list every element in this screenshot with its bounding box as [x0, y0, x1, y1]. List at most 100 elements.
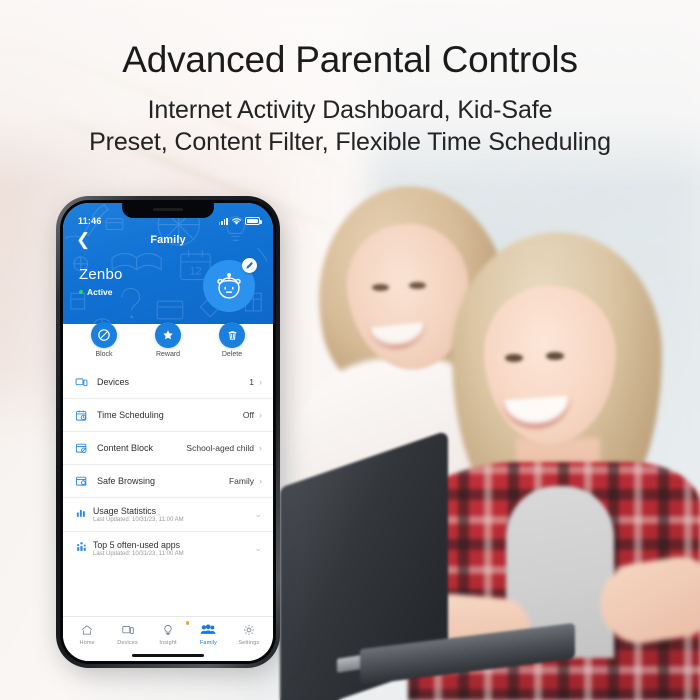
- profile-status: Active: [79, 287, 123, 297]
- promo-headline-block: Advanced Parental Controls Internet Acti…: [0, 38, 700, 158]
- status-bar-time: 11:46: [78, 216, 102, 226]
- trash-icon: [228, 330, 236, 340]
- child-avatar-icon: [217, 273, 241, 299]
- navbar-title: Family: [150, 233, 186, 246]
- home-icon: [67, 622, 107, 638]
- mother-hair: [305, 175, 521, 412]
- profile-block: Zenbo Active: [63, 250, 273, 318]
- block-action[interactable]: Block: [81, 322, 127, 358]
- quick-actions: Block Reward Delete: [63, 322, 273, 369]
- tab-family-label: Family: [199, 640, 217, 646]
- tab-home-label: Home: [79, 640, 95, 646]
- girl-eye-right: [546, 352, 564, 360]
- background-table: [250, 520, 700, 700]
- tab-devices-label: Devices: [117, 640, 138, 646]
- stat-row-usage-statistics[interactable]: Usage Statistics Last Updated: 10/31/23,…: [63, 497, 273, 531]
- app-ranking-icon: [75, 540, 88, 558]
- devices-icon: [107, 622, 147, 638]
- status-bar-icons: [218, 217, 262, 226]
- battery-icon: [245, 217, 262, 225]
- devices-icon: [75, 376, 92, 389]
- girl-plaid-shirt: [408, 462, 700, 700]
- home-indicator[interactable]: [63, 649, 273, 661]
- calendar-clock-icon: [75, 409, 92, 422]
- settings-row-safe-browsing-label: Safe Browsing: [97, 476, 156, 486]
- bulb-icon: [148, 621, 190, 638]
- bottom-tab-bar: Home Devices Insight Family Settings: [63, 616, 273, 649]
- settings-row-time-scheduling-value: Off: [242, 410, 254, 420]
- chevron-down-icon[interactable]: ⌄: [254, 543, 262, 554]
- reward-action[interactable]: Reward: [145, 322, 191, 358]
- stat-row-top-apps-text: Top 5 often-used apps Last Updated: 10/3…: [93, 540, 184, 558]
- chevron-right-icon: ›: [259, 376, 262, 387]
- girl-teeth: [505, 395, 569, 427]
- family-icon: [188, 622, 228, 638]
- app-navbar: ❮ Family: [63, 227, 273, 250]
- mother-eye-right: [409, 282, 426, 289]
- delete-action-circle[interactable]: [219, 322, 245, 348]
- phone-notch: [122, 203, 214, 218]
- settings-row-content-block-value: School-aged child: [186, 443, 254, 453]
- laptop-lid: [280, 430, 448, 700]
- tab-settings[interactable]: Settings: [229, 622, 269, 646]
- mother-body: [290, 358, 510, 608]
- edit-avatar-button[interactable]: [242, 258, 257, 273]
- stat-row-usage-subtitle: Last Updated: 10/31/23, 11:00 AM: [93, 517, 184, 524]
- gear-icon: [229, 622, 269, 638]
- insight-badge-dot: [185, 621, 190, 625]
- girl-eye-left: [505, 354, 523, 362]
- status-dot-icon: [79, 290, 83, 294]
- delete-action-label: Delete: [221, 351, 243, 358]
- settings-row-devices-value: 1: [249, 377, 254, 387]
- settings-row-time-scheduling-label: Time Scheduling: [97, 410, 164, 420]
- safe-browsing-icon: [75, 475, 92, 488]
- mother-lips: [366, 315, 430, 353]
- delete-action[interactable]: Delete: [209, 322, 255, 358]
- profile-text: Zenbo Active: [79, 266, 123, 297]
- settings-row-content-block[interactable]: Content Block School-aged child ›: [63, 431, 273, 464]
- page-subtitle-line-1: Internet Activity Dashboard, Kid-Safe: [147, 95, 553, 124]
- mother-teeth: [371, 322, 425, 348]
- page-subtitle-line-2: Preset, Content Filter, Flexible Time Sc…: [89, 127, 611, 156]
- settings-row-safe-browsing[interactable]: Safe Browsing Family ›: [63, 464, 273, 497]
- reward-action-circle[interactable]: [155, 322, 181, 348]
- mother-eye-left: [372, 284, 389, 291]
- page-subtitle: Internet Activity Dashboard, Kid-Safe Pr…: [0, 94, 700, 158]
- stat-row-top-apps[interactable]: Top 5 often-used apps Last Updated: 10/3…: [63, 531, 273, 565]
- app-header: 12 11:46 ❮ Family Zenbo Active: [63, 203, 273, 339]
- stat-row-top-apps-subtitle: Last Updated: 10/31/23, 11:00 AM: [93, 551, 184, 558]
- chevron-down-icon[interactable]: ⌄: [254, 509, 262, 520]
- back-button[interactable]: ❮: [76, 231, 96, 248]
- girl-face: [484, 286, 616, 444]
- stat-row-usage-text: Usage Statistics Last Updated: 10/31/23,…: [93, 506, 184, 524]
- phone-bezel: 12 11:46 ❮ Family Zenbo Active Block Rew…: [60, 200, 276, 664]
- settings-row-time-scheduling[interactable]: Time Scheduling Off ›: [63, 398, 273, 431]
- chevron-right-icon: ›: [259, 409, 262, 420]
- settings-row-devices-label: Devices: [97, 377, 130, 387]
- tab-home[interactable]: Home: [67, 622, 107, 646]
- avatar-wrapper[interactable]: [203, 258, 257, 312]
- girl-neck: [516, 438, 600, 508]
- chevron-right-icon: ›: [259, 442, 262, 453]
- tab-insight-label: Insight: [159, 640, 177, 646]
- tab-devices[interactable]: Devices: [107, 622, 147, 646]
- block-prohibition-icon: [98, 329, 110, 341]
- settings-row-devices[interactable]: Devices 1 ›: [63, 365, 273, 398]
- phone-screen: 12 11:46 ❮ Family Zenbo Active Block Rew…: [63, 203, 273, 661]
- content-block-icon: [75, 442, 92, 455]
- earpiece-speaker-icon: [153, 208, 183, 211]
- phone-frame: 12 11:46 ❮ Family Zenbo Active Block Rew…: [56, 196, 280, 668]
- girl-hair: [452, 232, 662, 522]
- girl-lips: [498, 388, 576, 432]
- stat-row-usage-title: Usage Statistics: [93, 505, 157, 516]
- reward-action-label: Reward: [155, 351, 181, 358]
- girl-arm: [594, 551, 700, 649]
- tab-settings-label: Settings: [238, 640, 260, 646]
- tab-family[interactable]: Family: [188, 622, 228, 646]
- girl-tshirt: [506, 486, 614, 658]
- laptop-base: [360, 622, 575, 686]
- stat-row-top-apps-title: Top 5 often-used apps: [93, 539, 181, 550]
- page-title: Advanced Parental Controls: [122, 39, 578, 80]
- tab-insight[interactable]: Insight: [148, 621, 190, 646]
- block-action-circle[interactable]: [91, 322, 117, 348]
